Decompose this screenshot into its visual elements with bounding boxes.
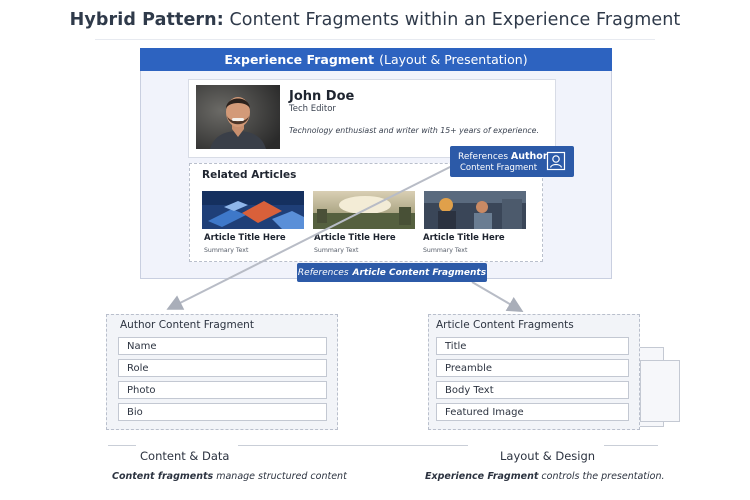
footer-divider [108,445,136,446]
footer-left-heading: Content & Data [140,449,230,463]
article-summary: Summary Text [314,247,359,254]
article-title: Article Title Here [204,233,286,243]
ref-articles-strong: Article Content Fragments [352,267,487,278]
experience-fragment-header: Experience Fragment (Layout & Presentati… [140,48,612,71]
article-summary: Summary Text [423,247,468,254]
title-strong: Hybrid Pattern: [69,10,224,30]
author-bio: Technology enthusiast and writer with 15… [289,126,539,135]
article-title: Article Title Here [423,233,505,243]
article-summary: Summary Text [204,247,249,254]
author-name: John Doe [289,89,355,104]
diagram-title: Hybrid Pattern: Content Fragments within… [0,10,750,30]
article-title: Article Title Here [314,233,396,243]
title-divider [95,39,655,40]
portrait-image [196,85,280,149]
article-thumbnail [202,191,304,229]
article-fragment-title: Article Content Fragments [436,319,574,331]
footer-left-strong: Content fragments [112,471,214,482]
stacked-sheet [640,360,680,422]
footer-left-rest: manage structured content [216,471,347,482]
ref-author-strong: Author [510,151,548,162]
experience-fragment-sublabel: (Layout & Presentation) [379,52,528,67]
title-rest: Content Fragments within an Experience F… [229,10,681,30]
user-profile-icon [546,151,566,171]
ref-author-prefix: References [458,152,509,162]
footer-right-strong: Experience Fragment [425,471,539,482]
author-photo [196,85,280,149]
references-author-badge: References Author Content Fragment [450,146,574,177]
field-name: Name [118,337,327,355]
footer-right-heading: Layout & Design [500,449,596,463]
ref-articles-prefix: References [297,267,349,278]
footer-right-rest: controls the presentation. [541,471,665,482]
author-role: Tech Editor [289,104,336,114]
field-title: Title [436,337,629,355]
ref-author-line2: Content Fragment [460,163,538,173]
related-articles-title: Related Articles [202,169,297,181]
footer-divider [238,445,468,446]
author-fragment-title: Author Content Fragment [120,319,254,331]
footer-divider [604,445,658,446]
article-thumbnail [424,191,526,229]
article-thumbnail [313,191,415,229]
field-featured-image: Featured Image [436,403,629,421]
footer-right-description: Experience Fragment controls the present… [425,471,665,482]
field-body-text: Body Text [436,381,629,399]
experience-fragment-label: Experience Fragment [224,52,375,67]
field-bio: Bio [118,403,327,421]
footer-left-description: Content fragments manage structured cont… [112,471,347,482]
field-role: Role [118,359,327,377]
field-preamble: Preamble [436,359,629,377]
references-articles-badge: References Article Content Fragments [297,263,487,282]
field-photo: Photo [118,381,327,399]
